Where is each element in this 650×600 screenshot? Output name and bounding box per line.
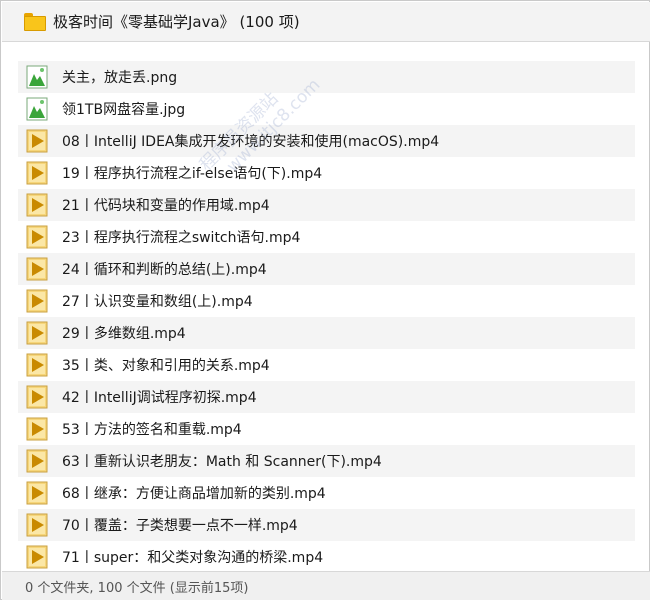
video-file-icon [26,129,48,153]
file-name: 关主，放走丢.png [62,70,178,86]
file-row[interactable]: 19丨程序执行流程之if-else语句(下).mp4 [18,157,635,189]
file-name: 19丨程序执行流程之if-else语句(下).mp4 [62,166,323,182]
video-file-icon [26,513,48,537]
file-name: 领1TB网盘容量.jpg [62,102,186,118]
video-file-icon [26,449,48,473]
file-name: 35丨类、对象和引用的关系.mp4 [62,358,270,374]
file-row[interactable]: 42丨IntelliJ调试程序初探.mp4 [18,381,635,413]
video-file-icon [26,161,48,185]
file-name: 68丨继承：方便让商品增加新的类别.mp4 [62,486,326,502]
file-row[interactable]: 23丨程序执行流程之switch语句.mp4 [18,221,635,253]
video-file-icon [26,353,48,377]
file-name: 21丨代码块和变量的作用域.mp4 [62,198,270,214]
file-list[interactable]: 关主，放走丢.png 领1TB网盘容量.jpg 08丨IntelliJ IDEA… [18,61,635,571]
file-row[interactable]: 68丨继承：方便让商品增加新的类别.mp4 [18,477,635,509]
file-row[interactable]: 27丨认识变量和数组(上).mp4 [18,285,635,317]
file-name: 23丨程序执行流程之switch语句.mp4 [62,230,301,246]
file-row[interactable]: 关主，放走丢.png [18,61,635,93]
video-file-icon [26,257,48,281]
video-file-icon [26,545,48,569]
file-row[interactable]: 21丨代码块和变量的作用域.mp4 [18,189,635,221]
video-file-icon [26,225,48,249]
file-row[interactable]: 24丨循环和判断的总结(上).mp4 [18,253,635,285]
file-name: 08丨IntelliJ IDEA集成开发环境的安装和使用(macOS).mp4 [62,134,440,150]
image-file-icon [26,65,48,89]
file-row[interactable]: 71丨super：和父类对象沟通的桥梁.mp4 [18,541,635,571]
file-row[interactable]: 领1TB网盘容量.jpg [18,93,635,125]
video-file-icon [26,417,48,441]
video-file-icon [26,193,48,217]
file-name: 42丨IntelliJ调试程序初探.mp4 [62,390,257,406]
file-row[interactable]: 53丨方法的签名和重载.mp4 [18,413,635,445]
file-name: 24丨循环和判断的总结(上).mp4 [62,262,267,278]
status-bar: 0 个文件夹, 100 个文件 (显示前15项) [2,571,650,600]
window-title: 极客时间《零基础学Java》 (100 项) [53,13,300,31]
status-text: 0 个文件夹, 100 个文件 (显示前15项) [25,580,249,596]
file-row[interactable]: 63丨重新认识老朋友：Math 和 Scanner(下).mp4 [18,445,635,477]
file-row[interactable]: 35丨类、对象和引用的关系.mp4 [18,349,635,381]
image-file-icon [26,97,48,121]
video-file-icon [26,481,48,505]
file-list-window: 极客时间《零基础学Java》 (100 项) 关主，放走丢.png 领1TB网盘… [0,0,650,600]
file-name: 71丨super：和父类对象沟通的桥梁.mp4 [62,550,324,566]
video-file-icon [26,289,48,313]
file-row[interactable]: 08丨IntelliJ IDEA集成开发环境的安装和使用(macOS).mp4 [18,125,635,157]
window-titlebar: 极客时间《零基础学Java》 (100 项) [2,2,650,42]
file-name: 70丨覆盖：子类想要一点不一样.mp4 [62,518,298,534]
file-row[interactable]: 29丨多维数组.mp4 [18,317,635,349]
file-row[interactable]: 70丨覆盖：子类想要一点不一样.mp4 [18,509,635,541]
video-file-icon [26,321,48,345]
file-name: 53丨方法的签名和重载.mp4 [62,422,242,438]
video-file-icon [26,385,48,409]
file-name: 27丨认识变量和数组(上).mp4 [62,294,253,310]
file-name: 29丨多维数组.mp4 [62,326,186,342]
file-name: 63丨重新认识老朋友：Math 和 Scanner(下).mp4 [62,454,382,470]
folder-icon [24,12,46,31]
